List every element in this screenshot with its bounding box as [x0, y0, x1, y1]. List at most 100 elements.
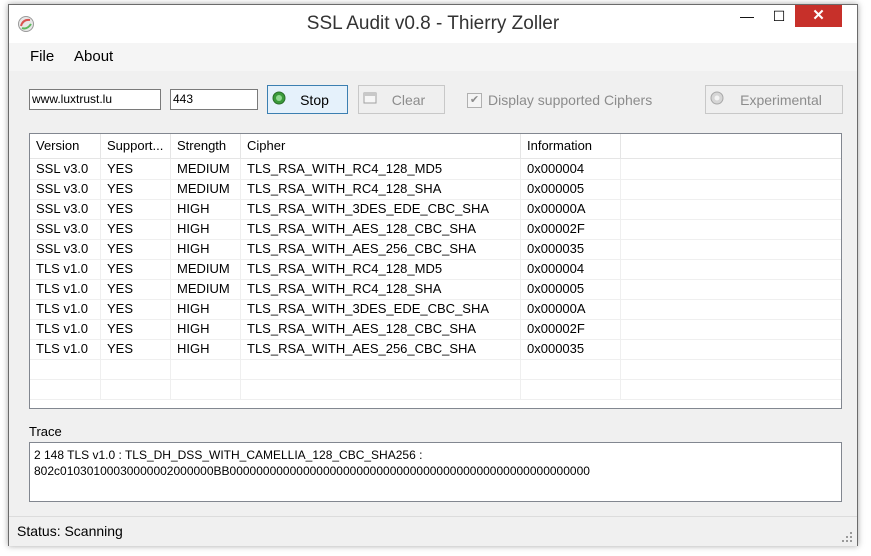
- row-information: 0x00000A: [521, 199, 621, 219]
- row-supported: YES: [101, 339, 171, 359]
- row-supported: YES: [101, 219, 171, 239]
- row-supported: YES: [101, 159, 171, 179]
- row-version: SSL v3.0: [30, 159, 101, 179]
- row-strength: MEDIUM: [171, 259, 241, 279]
- row-strength: [171, 379, 241, 399]
- row-version: TLS v1.0: [30, 339, 101, 359]
- trace-label: Trace: [29, 424, 62, 439]
- row-information: 0x000005: [521, 279, 621, 299]
- table-row[interactable]: TLS v1.0 YES HIGH TLS_RSA_WITH_3DES_EDE_CBC…: [30, 299, 841, 320]
- row-information: [521, 359, 621, 379]
- row-version: TLS v1.0: [30, 259, 101, 279]
- row-strength: HIGH: [171, 319, 241, 339]
- table-row[interactable]: TLS v1.0 YES HIGH TLS_RSA_WITH_AES_256_CBC_…: [30, 339, 841, 360]
- row-strength: MEDIUM: [171, 179, 241, 199]
- row-cipher: TLS_RSA_WITH_AES_256_CBC_SHA: [241, 339, 521, 359]
- row-cipher: TLS_RSA_WITH_AES_128_CBC_SHA: [241, 319, 521, 339]
- cipher-list-header: Version Support... Strength Cipher Infor…: [30, 134, 841, 159]
- table-row[interactable]: TLS v1.0 YES MEDIUM TLS_RSA_WITH_RC4_128_MD…: [30, 259, 841, 280]
- row-cipher: TLS_RSA_WITH_AES_256_CBC_SHA: [241, 239, 521, 259]
- row-version: TLS v1.0: [30, 279, 101, 299]
- row-information: 0x000035: [521, 239, 621, 259]
- row-information: [521, 379, 621, 399]
- row-supported: YES: [101, 179, 171, 199]
- column-cipher[interactable]: Cipher: [241, 134, 521, 158]
- column-strength[interactable]: Strength: [171, 134, 241, 158]
- port-input[interactable]: 443: [170, 89, 258, 110]
- window-title: SSL Audit v0.8 - Thierry Zoller: [306, 13, 560, 34]
- experimental-button[interactable]: Experimental: [705, 85, 843, 114]
- close-button[interactable]: ✕: [795, 5, 842, 27]
- row-version: SSL v3.0: [30, 219, 101, 239]
- row-version: TLS v1.0: [30, 319, 101, 339]
- row-cipher: [241, 379, 521, 399]
- row-version: [30, 359, 101, 379]
- row-version: SSL v3.0: [30, 199, 101, 219]
- host-input[interactable]: www.luxtrust.lu: [29, 89, 161, 110]
- stop-button-label: Stop: [300, 92, 329, 108]
- table-row[interactable]: TLS v1.0 YES HIGH TLS_RSA_WITH_AES_128_CBC_…: [30, 319, 841, 340]
- row-strength: MEDIUM: [171, 279, 241, 299]
- row-cipher: TLS_RSA_WITH_RC4_128_SHA: [241, 279, 521, 299]
- resize-grip-icon[interactable]: [841, 531, 853, 543]
- experimental-button-label: Experimental: [740, 92, 822, 108]
- maximize-button[interactable]: ☐: [764, 5, 794, 27]
- row-strength: HIGH: [171, 199, 241, 219]
- table-row[interactable]: SSL v3.0 YES HIGH TLS_RSA_WITH_AES_128_CBC_…: [30, 219, 841, 240]
- title-bar[interactable]: SSL Audit v0.8 - Thierry Zoller — ☐ ✕: [9, 5, 857, 43]
- row-cipher: TLS_RSA_WITH_RC4_128_MD5: [241, 259, 521, 279]
- row-version: SSL v3.0: [30, 179, 101, 199]
- table-row[interactable]: SSL v3.0 YES MEDIUM TLS_RSA_WITH_RC4_128_MD…: [30, 159, 841, 180]
- row-information: 0x00002F: [521, 319, 621, 339]
- row-information: 0x00000A: [521, 299, 621, 319]
- checkmark-icon: ✔: [467, 93, 482, 108]
- row-supported: YES: [101, 239, 171, 259]
- minimize-button[interactable]: —: [732, 5, 762, 27]
- row-version: SSL v3.0: [30, 239, 101, 259]
- menu-bar: File About: [9, 43, 857, 71]
- menu-file[interactable]: File: [30, 48, 54, 65]
- stop-button[interactable]: Stop: [267, 85, 348, 114]
- row-cipher: TLS_RSA_WITH_3DES_EDE_CBC_SHA: [241, 299, 521, 319]
- status-bar: Status: Scanning: [9, 516, 857, 546]
- table-row[interactable]: SSL v3.0 YES MEDIUM TLS_RSA_WITH_RC4_128_SH…: [30, 179, 841, 200]
- table-row[interactable]: SSL v3.0 YES HIGH TLS_RSA_WITH_3DES_EDE_CBC…: [30, 199, 841, 220]
- row-strength: HIGH: [171, 219, 241, 239]
- row-supported: [101, 359, 171, 379]
- row-cipher: TLS_RSA_WITH_AES_128_CBC_SHA: [241, 219, 521, 239]
- column-version[interactable]: Version: [30, 134, 101, 158]
- table-row[interactable]: TLS v1.0 YES MEDIUM TLS_RSA_WITH_RC4_128_SH…: [30, 279, 841, 300]
- row-cipher: TLS_RSA_WITH_RC4_128_SHA: [241, 179, 521, 199]
- row-information: 0x000035: [521, 339, 621, 359]
- column-supported[interactable]: Support...: [101, 134, 171, 158]
- row-information: 0x000004: [521, 259, 621, 279]
- row-strength: HIGH: [171, 299, 241, 319]
- row-supported: YES: [101, 299, 171, 319]
- menu-about[interactable]: About: [74, 48, 113, 65]
- table-row[interactable]: SSL v3.0 YES HIGH TLS_RSA_WITH_AES_256_CBC_…: [30, 239, 841, 260]
- row-strength: MEDIUM: [171, 159, 241, 179]
- row-supported: YES: [101, 319, 171, 339]
- app-window: SSL Audit v0.8 - Thierry Zoller — ☐ ✕ Fi…: [8, 4, 858, 546]
- row-version: TLS v1.0: [30, 299, 101, 319]
- row-cipher: TLS_RSA_WITH_RC4_128_MD5: [241, 159, 521, 179]
- row-supported: YES: [101, 259, 171, 279]
- row-version: [30, 379, 101, 399]
- display-ciphers-label: Display supported Ciphers: [488, 92, 653, 108]
- cipher-list[interactable]: Version Support... Strength Cipher Infor…: [29, 133, 842, 409]
- row-strength: HIGH: [171, 239, 241, 259]
- row-information: 0x000005: [521, 179, 621, 199]
- row-supported: YES: [101, 199, 171, 219]
- clear-button[interactable]: Clear: [358, 85, 445, 114]
- row-information: 0x00002F: [521, 219, 621, 239]
- row-cipher: [241, 359, 521, 379]
- table-row[interactable]: [30, 359, 841, 380]
- row-supported: YES: [101, 279, 171, 299]
- table-row[interactable]: [30, 379, 841, 400]
- status-text: Status: Scanning: [17, 523, 123, 539]
- row-strength: HIGH: [171, 339, 241, 359]
- column-information[interactable]: Information: [521, 134, 621, 158]
- trace-output[interactable]: 2 148 TLS v1.0 : TLS_DH_DSS_WITH_CAMELLI…: [29, 442, 842, 502]
- row-supported: [101, 379, 171, 399]
- row-strength: [171, 359, 241, 379]
